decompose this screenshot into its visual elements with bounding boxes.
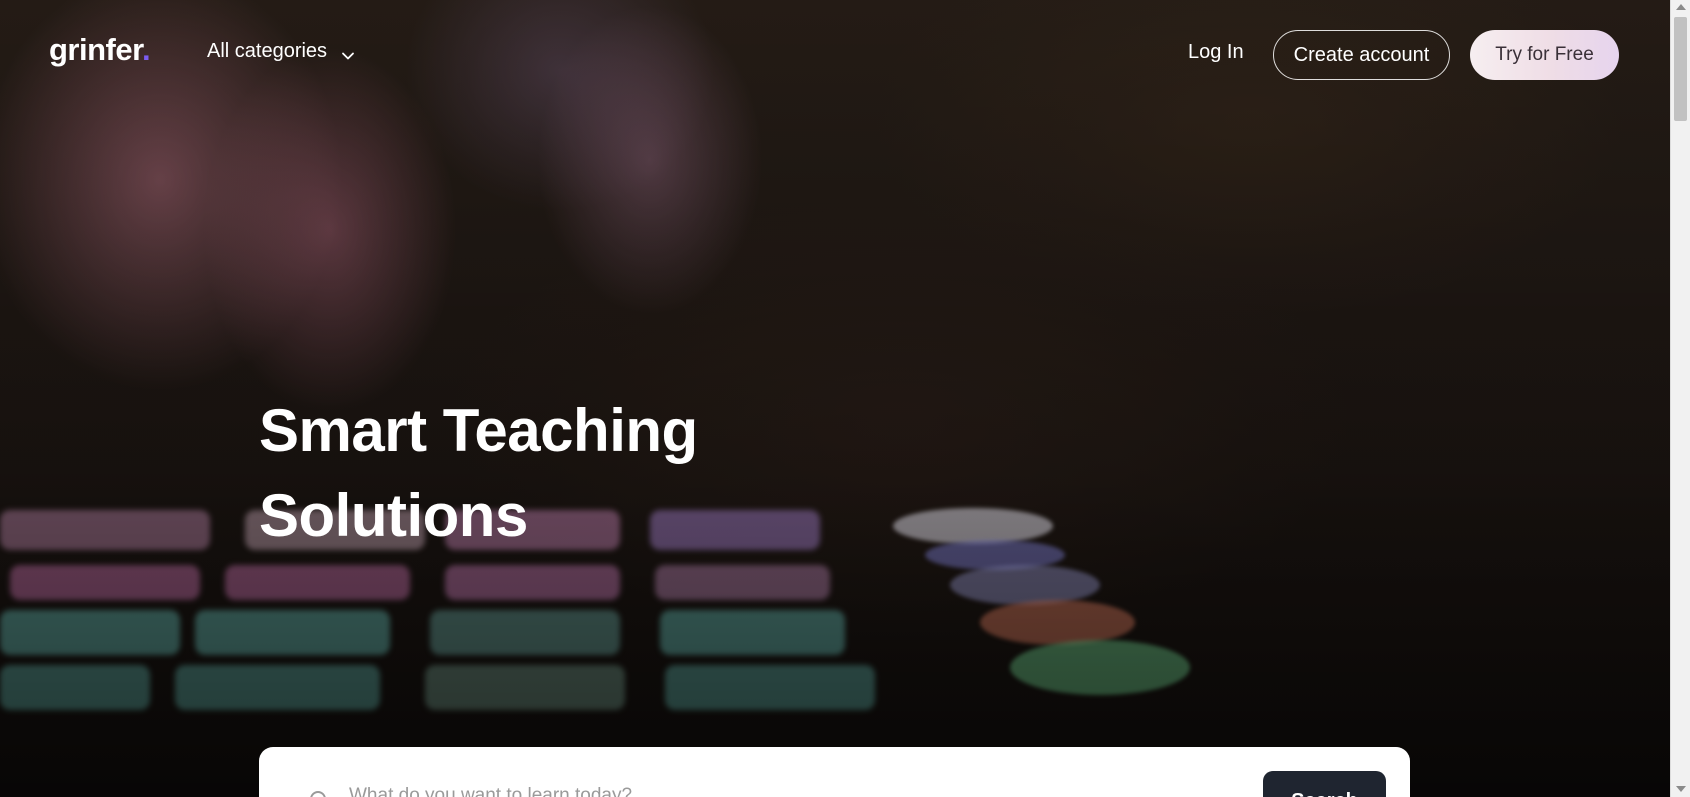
try-for-free-button[interactable]: Try for Free [1470, 30, 1619, 80]
scroll-down-arrow-icon[interactable] [1676, 786, 1686, 792]
search-card: Search [259, 747, 1410, 797]
vertical-scrollbar[interactable] [1670, 0, 1690, 797]
hero-title: Smart Teaching Solutions [259, 388, 859, 558]
scroll-up-arrow-icon[interactable] [1676, 4, 1686, 10]
search-button[interactable]: Search [1263, 771, 1386, 797]
search-input[interactable] [349, 781, 1189, 797]
scrollbar-thumb[interactable] [1674, 17, 1687, 121]
logo-text: grinfer [49, 32, 142, 67]
site-header: grinfer. All categories Log In Create ac… [0, 0, 1670, 108]
chevron-down-icon [341, 46, 354, 59]
logo[interactable]: grinfer. [49, 32, 151, 68]
all-categories-dropdown[interactable]: All categories [207, 40, 354, 63]
create-account-button[interactable]: Create account [1273, 30, 1450, 80]
page-viewport: grinfer. All categories Log In Create ac… [0, 0, 1670, 797]
logo-dot: . [141, 32, 151, 67]
hero-title-line2: Solutions [259, 482, 528, 549]
login-link[interactable]: Log In [1188, 41, 1244, 64]
search-icon [309, 790, 331, 797]
all-categories-label: All categories [207, 40, 328, 62]
hero-title-line1: Smart Teaching [259, 397, 698, 464]
